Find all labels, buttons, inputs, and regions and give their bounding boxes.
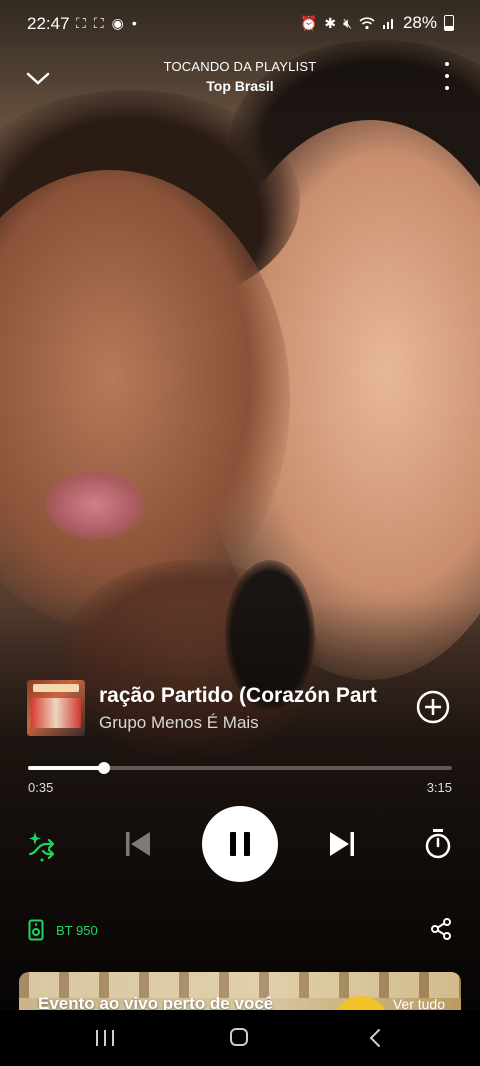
playlist-name[interactable]: Top Brasil <box>0 78 480 94</box>
elapsed-time: 0:35 <box>28 780 54 795</box>
total-time: 3:15 <box>426 780 452 795</box>
screenshot-icon: ⛶ <box>93 15 104 31</box>
battery-icon <box>444 15 454 31</box>
skip-next-icon[interactable] <box>326 828 358 860</box>
home-icon[interactable] <box>230 1028 248 1046</box>
back-icon[interactable] <box>368 1028 382 1048</box>
smart-shuffle-icon[interactable] <box>26 830 58 862</box>
connected-device[interactable]: BT 950 <box>28 918 98 942</box>
system-icons: ⏰ ✱ 🔇︎ 28% <box>300 13 454 33</box>
pause-icon <box>230 832 250 856</box>
mute-icon: 🔇︎ <box>343 14 352 31</box>
skip-previous-icon[interactable] <box>122 828 154 860</box>
track-artist[interactable]: Grupo Menos É Mais <box>99 713 259 733</box>
status-bar: 22:47 ⛶ ⛶ ◉ • ⏰ ✱ 🔇︎ 28% <box>0 0 480 46</box>
speaker-icon <box>28 919 44 941</box>
device-name: BT 950 <box>56 922 98 938</box>
notification-icons: ⛶ ⛶ ◉ • <box>76 15 137 32</box>
navigation-bar <box>0 1010 480 1066</box>
signal-icon <box>382 19 393 29</box>
timer-icon[interactable] <box>423 828 453 860</box>
battery-percent: 28% <box>402 13 437 32</box>
bluetooth-icon: ✱ <box>324 14 337 31</box>
pause-button[interactable] <box>202 806 278 882</box>
progress-fill <box>28 766 105 770</box>
chrome-icon: ◉ <box>111 15 124 31</box>
playing-context-label: TOCANDO DA PLAYLIST <box>163 59 317 74</box>
dot-icon: • <box>131 15 137 31</box>
player-header: TOCANDO DA PLAYLIST Top Brasil <box>0 56 480 100</box>
share-icon[interactable] <box>430 918 452 940</box>
playback-controls <box>0 806 480 882</box>
progress-bar[interactable] <box>28 762 452 774</box>
screenshot-icon: ⛶ <box>76 15 86 31</box>
track-info: ração Partido (Corazón Part Grupo Menos … <box>27 680 457 738</box>
recent-apps-icon[interactable] <box>96 1030 114 1046</box>
album-cover[interactable] <box>27 680 85 736</box>
wifi-icon <box>359 17 375 30</box>
more-vert-icon[interactable] <box>442 62 452 90</box>
add-circle-icon[interactable] <box>416 690 450 724</box>
status-time: 22:47 <box>27 14 70 33</box>
track-title[interactable]: ração Partido (Corazón Part <box>99 684 389 708</box>
alarm-icon: ⏰ <box>299 14 318 31</box>
